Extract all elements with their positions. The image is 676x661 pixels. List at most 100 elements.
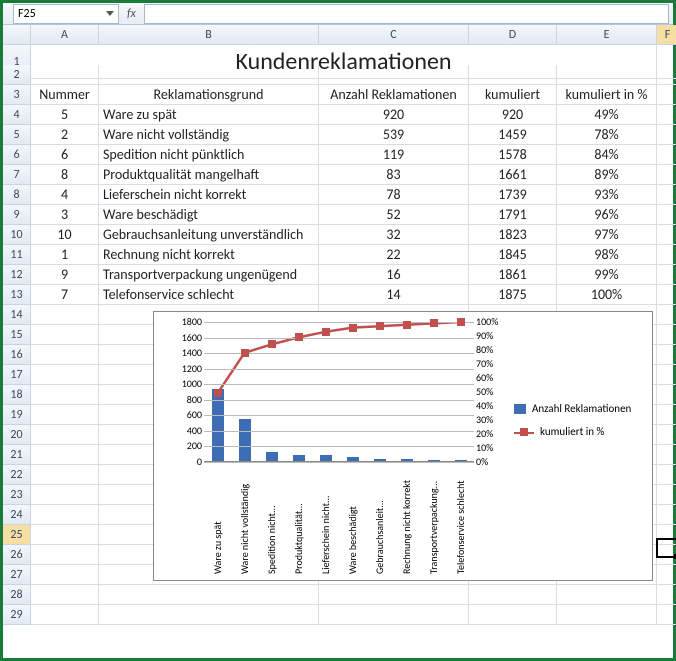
cell[interactable] bbox=[557, 605, 657, 625]
cell-count[interactable]: 78 bbox=[319, 185, 469, 205]
cell-cum[interactable]: 1845 bbox=[469, 245, 557, 265]
cell-nummer[interactable]: 5 bbox=[31, 105, 99, 125]
cell[interactable] bbox=[31, 325, 99, 345]
cell[interactable] bbox=[657, 325, 676, 345]
cell-count[interactable]: 52 bbox=[319, 205, 469, 225]
cell[interactable] bbox=[657, 265, 676, 285]
cell[interactable] bbox=[557, 585, 657, 605]
cell[interactable] bbox=[657, 465, 676, 485]
fx-icon[interactable]: fx bbox=[127, 7, 136, 21]
cell-pct[interactable]: 98% bbox=[557, 245, 657, 265]
cell[interactable] bbox=[99, 585, 319, 605]
cell-reason[interactable]: Transportverpackung ungenügend bbox=[99, 265, 319, 285]
cell[interactable] bbox=[657, 485, 676, 505]
cell[interactable] bbox=[657, 525, 676, 545]
cell-nummer[interactable]: 7 bbox=[31, 285, 99, 305]
row-header-24[interactable]: 24 bbox=[3, 505, 31, 525]
cell[interactable] bbox=[657, 145, 676, 165]
cell-count[interactable]: 539 bbox=[319, 125, 469, 145]
cell-pct[interactable]: 96% bbox=[557, 205, 657, 225]
cell-reason[interactable]: Rechnung nicht korrekt bbox=[99, 245, 319, 265]
cell-pct[interactable]: 97% bbox=[557, 225, 657, 245]
row-header-4[interactable]: 4 bbox=[3, 105, 31, 125]
cell-cum[interactable]: 1875 bbox=[469, 285, 557, 305]
cell[interactable] bbox=[319, 605, 469, 625]
cell-cum[interactable]: 1578 bbox=[469, 145, 557, 165]
row-header-2[interactable]: 2 bbox=[3, 65, 31, 85]
cell-cum[interactable]: 1661 bbox=[469, 165, 557, 185]
row-header-7[interactable]: 7 bbox=[3, 165, 31, 185]
cell-reason[interactable]: Lieferschein nicht korrekt bbox=[99, 185, 319, 205]
cell-reason[interactable]: Produktqualität mangelhaft bbox=[99, 165, 319, 185]
cell-cum[interactable]: 1459 bbox=[469, 125, 557, 145]
cell[interactable] bbox=[657, 405, 676, 425]
row-header-18[interactable]: 18 bbox=[3, 385, 31, 405]
cell[interactable] bbox=[31, 445, 99, 465]
cell[interactable] bbox=[31, 525, 99, 545]
chevron-down-icon[interactable] bbox=[106, 11, 114, 16]
cell-nummer[interactable]: 8 bbox=[31, 165, 99, 185]
cell-pct[interactable]: 93% bbox=[557, 185, 657, 205]
cell[interactable] bbox=[31, 505, 99, 525]
cell-nummer[interactable]: 9 bbox=[31, 265, 99, 285]
cell-pct[interactable]: 100% bbox=[557, 285, 657, 305]
row-header-19[interactable]: 19 bbox=[3, 405, 31, 425]
cell[interactable] bbox=[657, 165, 676, 185]
cell[interactable] bbox=[657, 305, 676, 325]
cell[interactable] bbox=[657, 445, 676, 465]
cell-cum[interactable]: 1861 bbox=[469, 265, 557, 285]
cell-reason[interactable]: Spedition nicht pünktlich bbox=[99, 145, 319, 165]
row-header-14[interactable]: 14 bbox=[3, 305, 31, 325]
row-header-26[interactable]: 26 bbox=[3, 545, 31, 565]
cell[interactable] bbox=[31, 425, 99, 445]
row-header-20[interactable]: 20 bbox=[3, 425, 31, 445]
cell[interactable] bbox=[31, 585, 99, 605]
row-header-16[interactable]: 16 bbox=[3, 345, 31, 365]
cell-cum[interactable]: 1739 bbox=[469, 185, 557, 205]
row-header-29[interactable]: 29 bbox=[3, 605, 31, 625]
column-header-E[interactable]: E bbox=[557, 25, 657, 45]
cell[interactable] bbox=[99, 605, 319, 625]
cell-cum[interactable]: 920 bbox=[469, 105, 557, 125]
cell[interactable] bbox=[657, 205, 676, 225]
cell[interactable] bbox=[657, 125, 676, 145]
cell[interactable] bbox=[657, 65, 676, 85]
row-header-15[interactable]: 15 bbox=[3, 325, 31, 345]
cell[interactable] bbox=[31, 365, 99, 385]
cell-nummer[interactable]: 10 bbox=[31, 225, 99, 245]
cell-reason[interactable]: Ware beschädigt bbox=[99, 205, 319, 225]
cell-nummer[interactable]: 1 bbox=[31, 245, 99, 265]
cell[interactable] bbox=[99, 65, 319, 85]
column-header-F[interactable]: F bbox=[657, 25, 676, 45]
name-box[interactable]: F25 bbox=[13, 4, 119, 24]
cell[interactable] bbox=[31, 385, 99, 405]
cell[interactable] bbox=[657, 105, 676, 125]
cell[interactable] bbox=[657, 385, 676, 405]
cell-nummer[interactable]: 3 bbox=[31, 205, 99, 225]
cell-count[interactable]: 32 bbox=[319, 225, 469, 245]
row-header-5[interactable]: 5 bbox=[3, 125, 31, 145]
row-header-21[interactable]: 21 bbox=[3, 445, 31, 465]
cell[interactable] bbox=[31, 65, 99, 85]
cell[interactable] bbox=[657, 185, 676, 205]
cell-nummer[interactable]: 2 bbox=[31, 125, 99, 145]
cell-pct[interactable]: 78% bbox=[557, 125, 657, 145]
cell[interactable] bbox=[657, 605, 676, 625]
column-header-A[interactable]: A bbox=[31, 25, 99, 45]
cell-count[interactable]: 22 bbox=[319, 245, 469, 265]
cell[interactable] bbox=[31, 545, 99, 565]
formula-input[interactable] bbox=[144, 4, 669, 24]
row-header-22[interactable]: 22 bbox=[3, 465, 31, 485]
row-header-9[interactable]: 9 bbox=[3, 205, 31, 225]
row-header-3[interactable]: 3 bbox=[3, 85, 31, 105]
column-header-C[interactable]: C bbox=[319, 25, 469, 45]
cell-pct[interactable]: 89% bbox=[557, 165, 657, 185]
cell-count[interactable]: 83 bbox=[319, 165, 469, 185]
cell[interactable] bbox=[657, 345, 676, 365]
cell-pct[interactable]: 84% bbox=[557, 145, 657, 165]
cell[interactable] bbox=[319, 65, 469, 85]
row-header-6[interactable]: 6 bbox=[3, 145, 31, 165]
row-header-27[interactable]: 27 bbox=[3, 565, 31, 585]
cell[interactable] bbox=[657, 425, 676, 445]
cell-pct[interactable]: 49% bbox=[557, 105, 657, 125]
